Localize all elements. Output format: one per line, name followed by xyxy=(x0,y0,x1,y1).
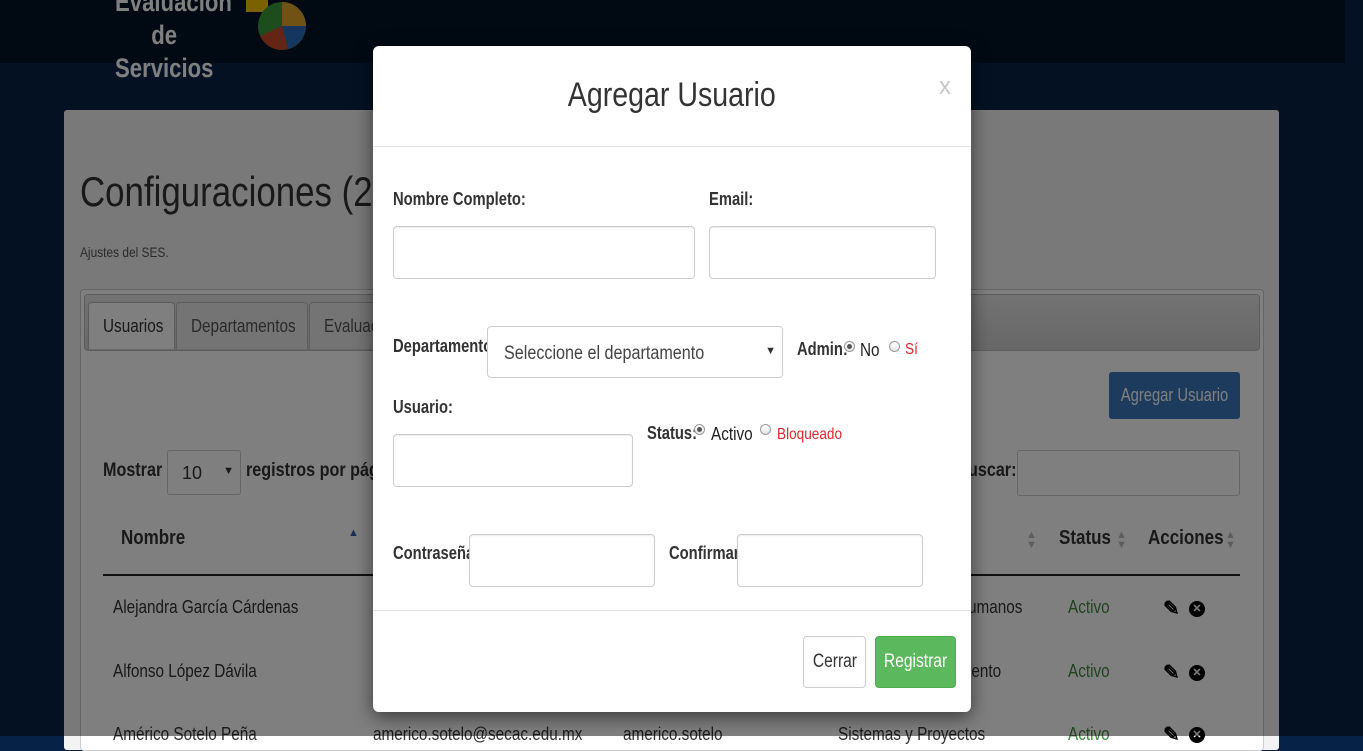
email-label: Email: xyxy=(709,189,754,209)
admin-no-label[interactable]: No xyxy=(860,340,880,361)
status-activo-radio[interactable] xyxy=(694,424,705,435)
status-label: Status: xyxy=(647,423,698,443)
modal-header-divider xyxy=(373,146,971,147)
confirm-password-input[interactable] xyxy=(737,534,923,587)
nombre-input[interactable] xyxy=(393,226,695,279)
status-activo-label[interactable]: Activo xyxy=(711,424,753,445)
admin-si-label[interactable]: Sí xyxy=(905,341,918,359)
usuario-label: Usuario: xyxy=(393,397,453,417)
status-bloqueado-radio[interactable] xyxy=(760,424,771,435)
admin-no-radio[interactable] xyxy=(844,341,855,352)
cerrar-button[interactable]: Cerrar xyxy=(803,636,866,688)
email-input[interactable] xyxy=(709,226,936,279)
confirm-label: Confirmar: xyxy=(669,543,745,563)
modal-title: Agregar Usuario xyxy=(568,76,776,114)
departamento-label: Departamento: xyxy=(393,336,498,356)
admin-label: Admin: xyxy=(797,339,848,359)
departamento-select[interactable]: Seleccione el departamento ▼ xyxy=(487,326,783,378)
password-input[interactable] xyxy=(469,534,655,587)
modal-footer-divider xyxy=(373,610,971,611)
admin-si-radio[interactable] xyxy=(889,341,900,352)
password-label: Contraseña: xyxy=(393,543,480,563)
departamento-select-value: Seleccione el departamento xyxy=(504,343,705,364)
status-bloqueado-label[interactable]: Bloqueado xyxy=(777,426,842,444)
close-icon[interactable]: x xyxy=(939,73,951,101)
registrar-button[interactable]: Registrar xyxy=(875,636,956,688)
usuario-input[interactable] xyxy=(393,434,633,487)
nombre-label: Nombre Completo: xyxy=(393,189,526,209)
add-user-modal: Agregar Usuario x Nombre Completo: Email… xyxy=(373,46,971,712)
chevron-down-icon: ▼ xyxy=(765,345,776,357)
